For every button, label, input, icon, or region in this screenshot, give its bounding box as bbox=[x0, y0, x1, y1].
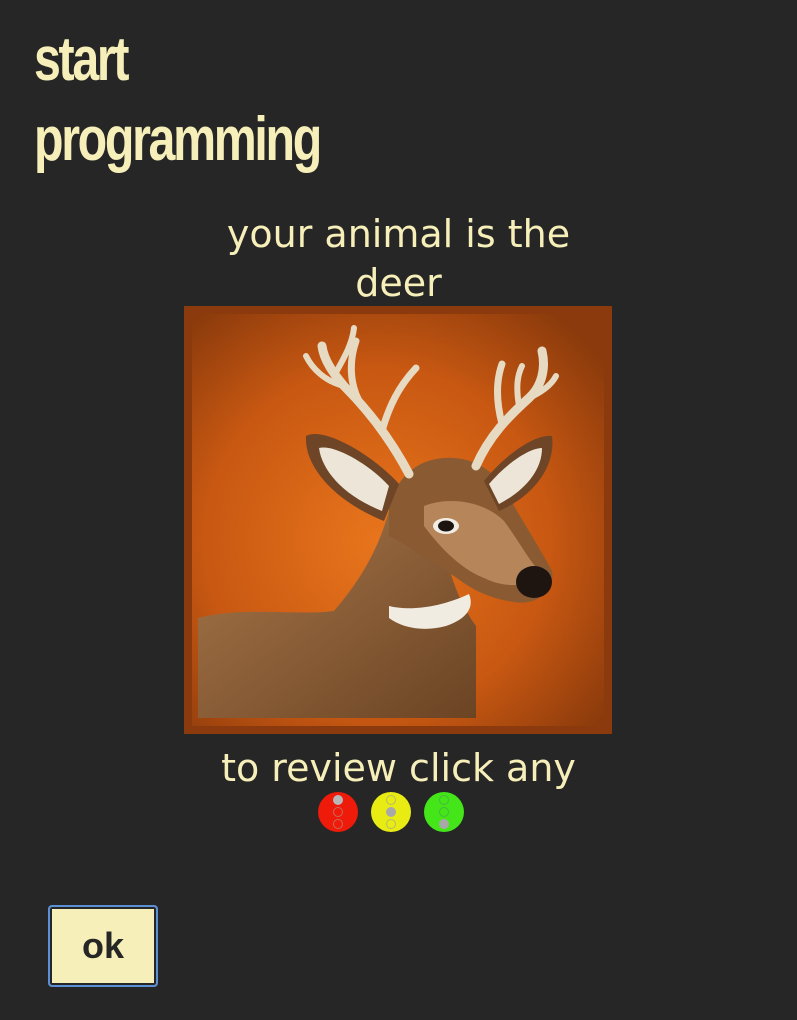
yellow-review-light[interactable] bbox=[371, 792, 411, 832]
review-instructions: to review click any bbox=[221, 746, 576, 790]
light-dot-middle bbox=[386, 807, 396, 817]
light-dot-middle bbox=[439, 807, 449, 817]
title-line-2: programming bbox=[34, 105, 322, 174]
page-title: start programming bbox=[34, 20, 322, 180]
title-line-1: start bbox=[34, 25, 129, 94]
light-dot-bottom bbox=[333, 819, 343, 829]
animal-announcement-line-1: your animal is the bbox=[226, 212, 571, 256]
green-review-light[interactable] bbox=[424, 792, 464, 832]
red-review-light[interactable] bbox=[318, 792, 358, 832]
light-dot-bottom bbox=[386, 819, 396, 829]
animal-name: deer bbox=[355, 261, 442, 305]
light-dot-top bbox=[439, 795, 449, 805]
deer-illustration bbox=[192, 314, 604, 726]
deer-image bbox=[184, 306, 612, 734]
light-dot-bottom bbox=[439, 819, 449, 829]
light-dot-top bbox=[333, 795, 343, 805]
light-dot-top bbox=[386, 795, 396, 805]
light-dot-middle bbox=[333, 807, 343, 817]
animal-announcement: your animal is the deer bbox=[0, 210, 797, 308]
ok-button[interactable]: ok bbox=[48, 905, 158, 987]
